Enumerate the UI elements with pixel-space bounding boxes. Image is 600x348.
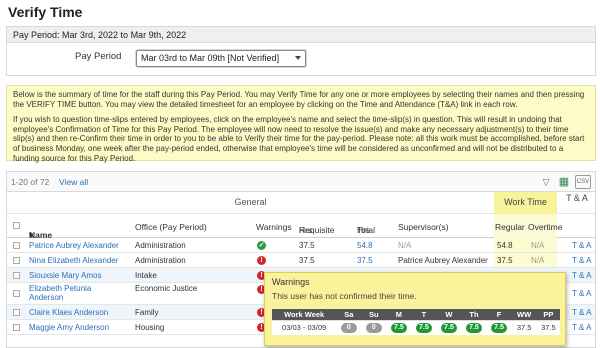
employee-name-link[interactable]: Claire Klaes Anderson: [29, 308, 108, 317]
column-office[interactable]: Office (Pay Period): [135, 222, 207, 232]
total-hrs-link[interactable]: 37.5: [357, 256, 373, 265]
overtime-cell: N/A: [531, 256, 545, 265]
csv-icon[interactable]: CSV: [575, 175, 591, 189]
work-week-table: Work Week Sa Su M T W Th F WW PP 03/03 -…: [272, 309, 560, 335]
office-cell: Administration: [135, 241, 186, 250]
column-overtime[interactable]: Overtime: [528, 222, 562, 232]
instructions-paragraph-2: If you wish to question time-slips enter…: [13, 115, 585, 163]
employee-name-link[interactable]: Elizabeth Petunia Anderson: [29, 284, 91, 302]
day-hours-pill: 7.5: [415, 323, 432, 334]
pay-period-select[interactable]: Mar 03rd to Mar 09th [Not Verified]: [136, 50, 306, 67]
day-hours-pill: 0: [365, 323, 382, 334]
work-week-total: 37.5: [511, 319, 537, 335]
group-ta: T & A: [566, 193, 588, 203]
warning-tooltip: Warnings This user has not confirmed the…: [264, 272, 566, 346]
grid-toolbar: 1-20 of 72 View all ▽ ▦ CSV: [7, 172, 595, 192]
column-total-unit: Hrs: [357, 225, 371, 235]
column-group-header: General Work Time T & A: [7, 192, 595, 214]
employee-name-link[interactable]: Nina Elizabeth Alexander: [29, 256, 118, 265]
employee-name-link[interactable]: Maggie Amy Anderson: [29, 323, 109, 332]
requisite-hrs-cell: 37.5: [299, 256, 315, 265]
chevron-down-icon: [295, 56, 301, 60]
header-t: T: [411, 309, 437, 320]
day-hours-pill: 7.5: [440, 323, 457, 334]
employee-name-line-2: Anderson: [29, 293, 64, 302]
pay-period-row: Pay Period Mar 03rd to Mar 09th [Not Ver…: [7, 49, 595, 75]
row-checkbox[interactable]: [13, 309, 20, 316]
pay-period-label: Pay Period: [75, 51, 122, 62]
header-work-week: Work Week: [272, 309, 337, 320]
row-checkbox[interactable]: [13, 272, 20, 279]
column-regular[interactable]: Regular: [495, 222, 525, 232]
work-week-range: 03/03 - 03/09: [272, 319, 337, 335]
work-week-header-row: Work Week Sa Su M T W Th F WW PP: [272, 309, 560, 320]
pay-period-panel: Pay Period: Mar 3rd, 2022 to Mar 9th, 20…: [6, 26, 596, 76]
group-work-time: Work Time: [494, 192, 557, 214]
table-row: Patrice Aubrey Alexander Administration …: [7, 238, 595, 253]
column-requisite-unit: Hrs: [299, 225, 313, 235]
employee-name-link[interactable]: Patrice Aubrey Alexander: [29, 241, 119, 250]
office-cell: Administration: [135, 256, 186, 265]
header-pp: PP: [536, 309, 560, 320]
warning-tooltip-title: Warnings: [272, 277, 310, 287]
header-m: M: [386, 309, 412, 320]
employee-name-line-1: Elizabeth Petunia: [29, 284, 92, 293]
excel-icon[interactable]: ▦: [557, 175, 571, 189]
filter-icon[interactable]: ▽: [539, 175, 553, 189]
day-hours-pill: 7.5: [390, 323, 407, 334]
office-cell: Intake: [135, 271, 157, 280]
column-supervisors[interactable]: Supervisor(s): [398, 222, 449, 232]
check-icon: ✓: [257, 241, 266, 250]
office-cell: Housing: [135, 323, 165, 332]
requisite-hrs-cell: 37.5: [299, 241, 315, 250]
row-checkbox[interactable]: [13, 257, 20, 264]
work-week-row: 03/03 - 03/09 0 0 7.5 7.5 7.5 7.5 7.5 37…: [272, 319, 560, 335]
employee-name-link[interactable]: Siouxsie Mary Amos: [29, 271, 101, 280]
pay-period-total: 37.5: [536, 319, 560, 335]
view-all-link[interactable]: View all: [59, 177, 88, 187]
ta-link[interactable]: T & A: [572, 323, 591, 332]
day-hours-pill: 7.5: [490, 323, 507, 334]
table-row: Nina Elizabeth Alexander Administration …: [7, 253, 595, 268]
ta-link[interactable]: T & A: [572, 308, 591, 317]
group-general: General: [234, 197, 267, 207]
warning-tooltip-message: This user has not confirmed their time.: [272, 291, 417, 301]
instructions-paragraph-1: Below is the summary of time for the sta…: [13, 90, 585, 109]
ta-link[interactable]: T & A: [572, 256, 591, 265]
header-th: Th: [461, 309, 487, 320]
column-header-row: Name ▾ Office (Pay Period) Warnings Requ…: [7, 214, 595, 240]
regular-cell: 37.5: [497, 256, 513, 265]
select-all-checkbox[interactable]: [13, 222, 20, 229]
office-cell: Economic Justice: [135, 284, 198, 293]
column-warnings[interactable]: Warnings: [256, 222, 292, 232]
header-w: W: [436, 309, 462, 320]
supervisor-cell: N/A: [398, 241, 412, 250]
office-cell: Family: [135, 308, 159, 317]
total-hrs-link[interactable]: 54.8: [357, 241, 373, 250]
ta-link[interactable]: T & A: [572, 271, 591, 280]
pay-period-selected-value: Mar 03rd to Mar 09th [Not Verified]: [141, 53, 280, 63]
page-title: Verify Time: [8, 4, 83, 20]
regular-cell: 54.8: [497, 241, 513, 250]
row-checkbox[interactable]: [13, 290, 20, 297]
row-checkbox[interactable]: [13, 324, 20, 331]
warning-icon[interactable]: !: [257, 256, 266, 265]
instructions-notice: Below is the summary of time for the sta…: [6, 85, 596, 163]
overtime-cell: N/A: [531, 241, 545, 250]
header-f: F: [486, 309, 512, 320]
ta-link[interactable]: T & A: [572, 289, 591, 298]
ta-link[interactable]: T & A: [572, 241, 591, 250]
header-sa: Sa: [336, 309, 362, 320]
record-range: 1-20 of 72: [11, 177, 50, 187]
row-checkbox[interactable]: [13, 242, 20, 249]
day-hours-pill: 0: [340, 323, 357, 334]
supervisor-cell: Patrice Aubrey Alexander: [398, 256, 488, 265]
header-ww: WW: [511, 309, 537, 320]
header-su: Su: [361, 309, 387, 320]
pay-period-heading: Pay Period: Mar 3rd, 2022 to Mar 9th, 20…: [7, 27, 595, 43]
day-hours-pill: 7.5: [465, 323, 482, 334]
